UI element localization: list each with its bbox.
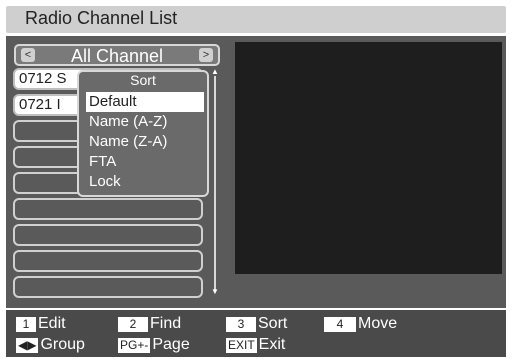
channel-row[interactable] [13, 250, 203, 272]
sort-popup-title: Sort [130, 72, 156, 88]
key-pg-badge: PG+- [118, 338, 151, 353]
key-1-badge: 1 [16, 317, 36, 332]
hint-label: Edit [38, 315, 66, 332]
scroll-track [214, 76, 216, 290]
hint-label: Find [150, 315, 182, 332]
group-label: All Channel [70, 46, 164, 66]
channel-row[interactable] [13, 224, 203, 246]
hint-edit[interactable]: 1 Edit [16, 314, 66, 334]
channel-row-text: 0712 S [19, 70, 67, 87]
hint-label: Sort [258, 315, 288, 332]
footer-hints: 1 Edit 2 Find 3 Sort 4 Move ◀▶ Group PG+- Page… [6, 310, 506, 357]
sort-option-name-az[interactable]: Name (A-Z) [86, 112, 204, 132]
scroll-down-icon: ▼ [211, 287, 219, 296]
hint-label: Page [152, 336, 190, 353]
scroll-up-icon: ▲ [211, 67, 219, 76]
channel-row-text: 0721 I [19, 96, 61, 113]
sort-option-default[interactable]: Default [86, 92, 204, 112]
title-bar: Radio Channel List [6, 6, 506, 33]
hint-find[interactable]: 2 Find [118, 314, 181, 334]
hint-group[interactable]: ◀▶ Group [16, 335, 85, 355]
hint-label: Exit [258, 336, 286, 353]
hint-exit[interactable]: EXIT Exit [226, 335, 285, 355]
key-exit-badge: EXIT [226, 338, 257, 353]
channel-row[interactable] [13, 198, 203, 220]
hint-page[interactable]: PG+- Page [118, 335, 190, 355]
channel-row[interactable] [13, 276, 203, 298]
channel-scrollbar[interactable]: ▲ ▼ [211, 67, 219, 296]
sort-option-lock[interactable]: Lock [86, 172, 204, 192]
preview-window [235, 42, 502, 274]
hint-label: Move [358, 315, 398, 332]
key-2-badge: 2 [118, 317, 148, 332]
window-title: Radio Channel List [25, 8, 178, 28]
hint-sort[interactable]: 3 Sort [226, 314, 287, 334]
key-3-badge: 3 [226, 317, 256, 332]
sort-option-fta[interactable]: FTA [86, 152, 204, 172]
left-right-arrows-icon: ◀▶ [16, 338, 39, 353]
sort-popup: Sort Default Name (A-Z) Name (Z-A) FTA L… [77, 70, 209, 197]
group-selector[interactable]: < All Channel > [14, 44, 220, 66]
sort-option-name-za[interactable]: Name (Z-A) [86, 132, 204, 152]
hint-label: Group [40, 336, 85, 353]
group-next-button[interactable]: > [199, 48, 213, 62]
hint-move[interactable]: 4 Move [324, 314, 397, 334]
key-4-badge: 4 [324, 317, 356, 332]
